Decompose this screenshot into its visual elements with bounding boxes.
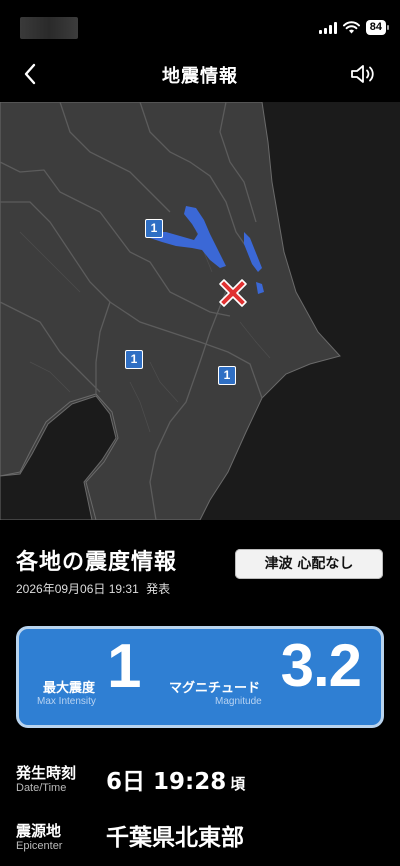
epicenter-sublabel: Epicenter xyxy=(16,840,63,852)
battery-icon: 84 xyxy=(365,20,390,35)
time-sublabel: Date/Time xyxy=(16,782,67,794)
carrier-blurred xyxy=(20,17,78,39)
max-intensity-label: 最大震度 xyxy=(43,681,96,696)
time-label: 発生時刻 xyxy=(16,764,77,782)
sound-button[interactable] xyxy=(348,60,378,88)
status-icons: 84 xyxy=(318,20,390,35)
wifi-icon xyxy=(342,21,360,34)
earthquake-map[interactable]: 1 1 1 xyxy=(0,102,400,520)
time-value: 6日 19:28 頃 xyxy=(106,762,245,796)
signal-icon xyxy=(318,21,337,34)
time-value-text: 6日 19:28 xyxy=(106,769,227,795)
magnitude-sublabel: Magnitude xyxy=(215,696,262,707)
max-intensity-value: 1 xyxy=(107,632,142,701)
announce-suffix: 発表 xyxy=(146,582,171,596)
speaker-icon xyxy=(351,65,374,83)
time-suffix: 頃 xyxy=(230,775,246,793)
map-canvas xyxy=(0,102,341,520)
announce-datetime: 2026年09月06日 19:31 xyxy=(16,582,139,596)
epicenter-value: 千葉県北東部 xyxy=(106,825,244,851)
quake-summary-card: 最大震度 Max Intensity 1 マグニチュード Magnitude 3… xyxy=(16,626,384,728)
epicenter-label: 震源地 xyxy=(16,822,62,840)
info-panel: 各地の震度情報 2026年09月06日 19:31 発表 津波 心配なし 最大震… xyxy=(0,520,400,866)
magnitude-value: 3.2 xyxy=(280,632,362,699)
status-bar: 84 xyxy=(0,0,400,46)
magnitude-label: マグニチュード xyxy=(169,681,261,696)
tsunami-status-button[interactable]: 津波 心配なし xyxy=(235,549,383,579)
intensity-badge[interactable]: 1 xyxy=(145,219,163,238)
section-title: 各地の震度情報 xyxy=(16,550,178,575)
max-intensity-sublabel: Max Intensity xyxy=(37,696,96,707)
intensity-badge[interactable]: 1 xyxy=(125,350,143,369)
announce-time: 2026年09月06日 19:31 発表 xyxy=(16,580,170,597)
intensity-badge[interactable]: 1 xyxy=(218,366,236,385)
nav-bar: 地震情報 xyxy=(0,46,400,102)
page-title: 地震情報 xyxy=(162,66,238,87)
